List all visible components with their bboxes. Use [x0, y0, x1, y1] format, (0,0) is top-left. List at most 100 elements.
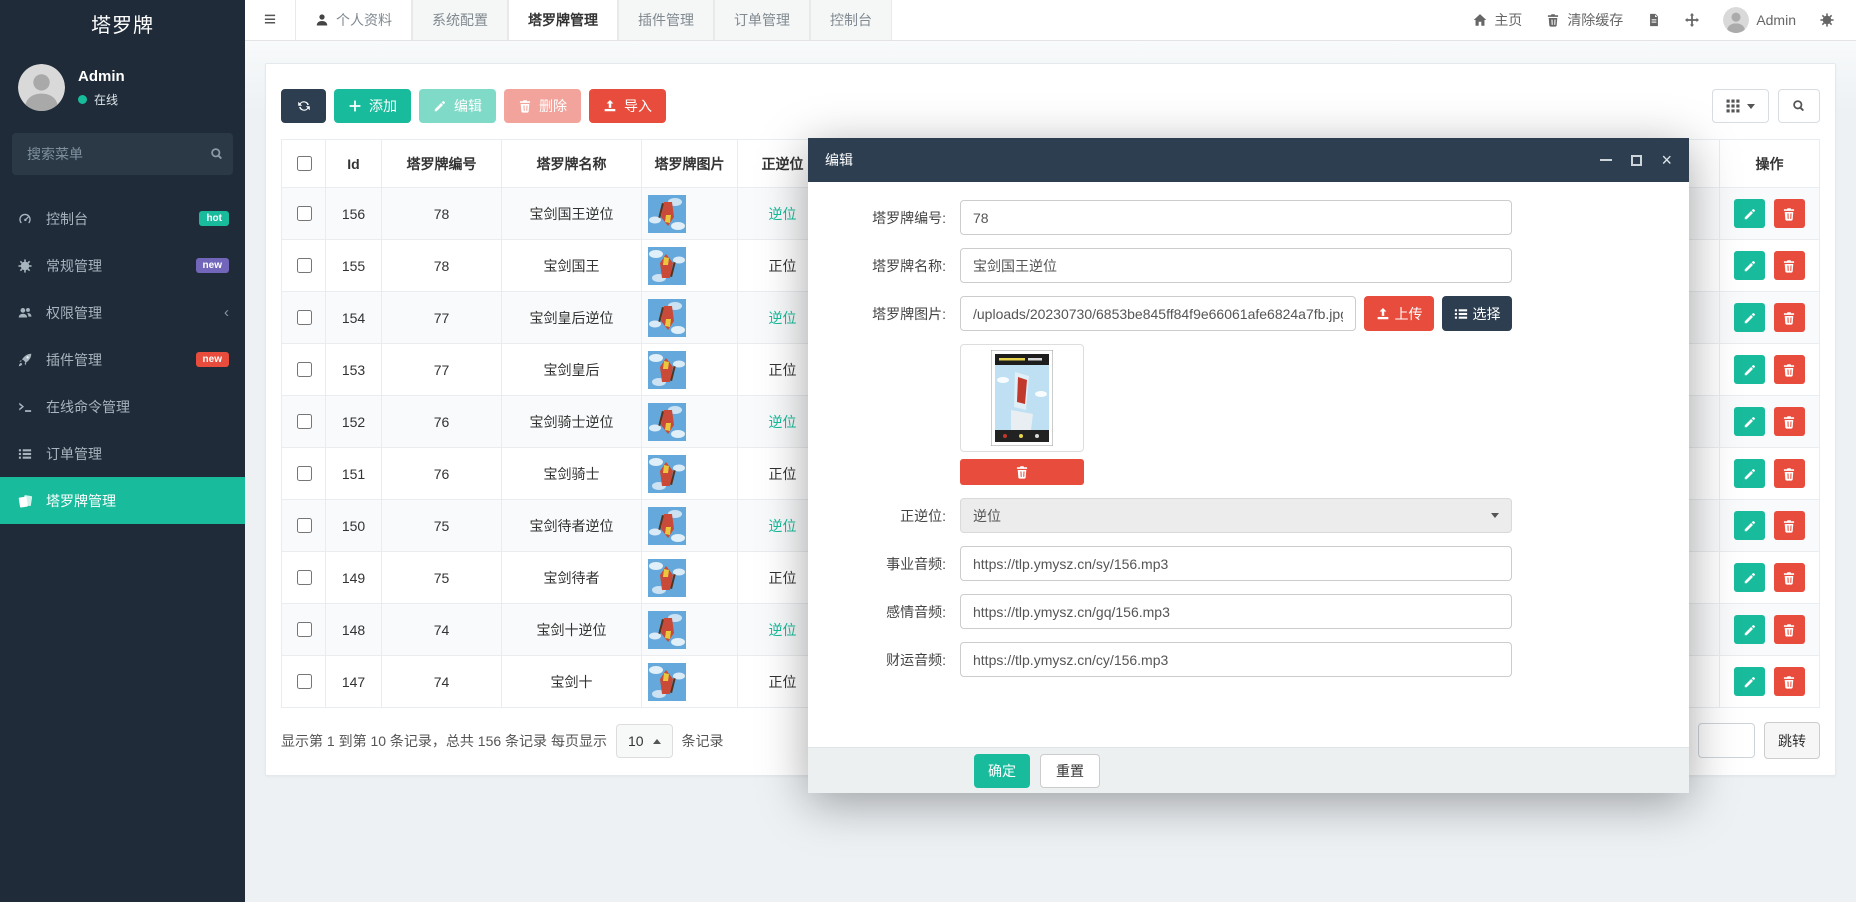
row-delete-button[interactable]	[1774, 251, 1805, 280]
tarot-thumbnail[interactable]	[648, 403, 731, 441]
tarot-thumbnail[interactable]	[648, 351, 731, 389]
tarot-thumbnail[interactable]	[648, 247, 731, 285]
row-edit-button[interactable]	[1734, 563, 1765, 592]
row-delete-button[interactable]	[1774, 303, 1805, 332]
row-delete-button[interactable]	[1774, 667, 1805, 696]
upload-button[interactable]: 上传	[1364, 296, 1434, 331]
sidebar-item-tarot[interactable]: 塔罗牌管理	[0, 477, 245, 524]
tarot-thumbnail[interactable]	[648, 559, 731, 597]
wealth-audio-input[interactable]	[960, 642, 1512, 677]
cell-position[interactable]: 正位	[769, 570, 797, 586]
tarot-thumbnail[interactable]	[648, 611, 731, 649]
love-audio-input[interactable]	[960, 594, 1512, 629]
row-edit-button[interactable]	[1734, 407, 1765, 436]
cell-position[interactable]: 逆位	[769, 414, 797, 430]
close-button[interactable]: ×	[1661, 151, 1672, 169]
row-checkbox[interactable]	[297, 466, 312, 481]
row-checkbox[interactable]	[297, 414, 312, 429]
edit-button[interactable]: 编辑	[419, 89, 496, 123]
row-checkbox[interactable]	[297, 518, 312, 533]
ok-button[interactable]: 确定	[974, 754, 1030, 788]
row-edit-button[interactable]	[1734, 459, 1765, 488]
sidebar-item-users[interactable]: 权限管理 ‹	[0, 289, 245, 336]
import-button[interactable]: 导入	[589, 89, 666, 123]
cell-position[interactable]: 逆位	[769, 310, 797, 326]
row-checkbox[interactable]	[297, 622, 312, 637]
columns-dropdown-button[interactable]	[1712, 89, 1769, 123]
row-delete-button[interactable]	[1774, 563, 1805, 592]
tab-5[interactable]: 控制台	[810, 0, 892, 40]
cell-position[interactable]: 逆位	[769, 622, 797, 638]
row-delete-button[interactable]	[1774, 407, 1805, 436]
language-button[interactable]	[1647, 13, 1661, 27]
sidebar-item-rocket[interactable]: 插件管理 new	[0, 336, 245, 383]
row-delete-button[interactable]	[1774, 615, 1805, 644]
dialog-header[interactable]: 编辑 ×	[808, 138, 1689, 182]
maximize-button[interactable]	[1631, 155, 1642, 166]
row-delete-button[interactable]	[1774, 511, 1805, 540]
tab-3[interactable]: 插件管理	[618, 0, 714, 40]
cell-position[interactable]: 逆位	[769, 518, 797, 534]
cell-position[interactable]: 正位	[769, 258, 797, 274]
menu-toggle-button[interactable]: ≡	[245, 0, 295, 40]
tab-4[interactable]: 订单管理	[714, 0, 810, 40]
choose-button[interactable]: 选择	[1442, 296, 1512, 331]
row-edit-button[interactable]	[1734, 667, 1765, 696]
row-delete-button[interactable]	[1774, 459, 1805, 488]
name-input[interactable]	[960, 248, 1512, 283]
row-edit-button[interactable]	[1734, 251, 1765, 280]
row-edit-button[interactable]	[1734, 615, 1765, 644]
sidebar-item-terminal[interactable]: 在线命令管理	[0, 383, 245, 430]
row-checkbox[interactable]	[297, 206, 312, 221]
fullscreen-button[interactable]	[1685, 13, 1699, 27]
career-audio-input[interactable]	[960, 546, 1512, 581]
cell-position[interactable]: 正位	[769, 674, 797, 690]
home-link[interactable]: 主页	[1473, 10, 1522, 30]
row-edit-button[interactable]	[1734, 303, 1765, 332]
cell-position[interactable]: 正位	[769, 362, 797, 378]
settings-button[interactable]	[1820, 13, 1834, 27]
row-checkbox[interactable]	[297, 570, 312, 585]
row-edit-button[interactable]	[1734, 355, 1765, 384]
row-checkbox[interactable]	[297, 258, 312, 273]
admin-menu[interactable]: Admin	[1723, 7, 1796, 33]
code-input[interactable]	[960, 200, 1512, 235]
page-jump-input[interactable]	[1698, 723, 1755, 758]
tarot-thumbnail[interactable]	[648, 507, 731, 545]
delete-button[interactable]: 删除	[504, 89, 581, 123]
image-preview[interactable]	[960, 344, 1084, 452]
add-button[interactable]: 添加	[334, 89, 411, 123]
tarot-thumbnail[interactable]	[648, 455, 731, 493]
page-size-select[interactable]: 10	[616, 724, 673, 758]
tarot-thumbnail[interactable]	[648, 195, 731, 233]
position-select[interactable]: 逆位	[960, 498, 1512, 533]
tab-1[interactable]: 系统配置	[412, 0, 508, 40]
row-checkbox[interactable]	[297, 310, 312, 325]
page-jump-button[interactable]: 跳转	[1764, 722, 1820, 759]
remove-image-button[interactable]	[960, 459, 1084, 485]
row-edit-button[interactable]	[1734, 511, 1765, 540]
tarot-thumbnail[interactable]	[648, 299, 731, 337]
sidebar-item-list[interactable]: 订单管理	[0, 430, 245, 477]
search-toggle-button[interactable]	[1778, 89, 1820, 123]
row-checkbox[interactable]	[297, 362, 312, 377]
row-delete-button[interactable]	[1774, 355, 1805, 384]
row-checkbox[interactable]	[297, 674, 312, 689]
row-edit-button[interactable]	[1734, 199, 1765, 228]
minimize-button[interactable]	[1600, 159, 1612, 161]
cell-position[interactable]: 正位	[769, 466, 797, 482]
reset-button[interactable]: 重置	[1040, 754, 1100, 788]
sidebar-item-dashboard[interactable]: 控制台 hot	[0, 195, 245, 242]
tab-2[interactable]: 塔罗牌管理	[508, 0, 618, 40]
tab-0[interactable]: 个人资料	[295, 0, 412, 40]
sidebar-search-input[interactable]	[25, 145, 210, 163]
refresh-button[interactable]	[281, 89, 326, 123]
plus-icon	[348, 99, 362, 113]
select-all-checkbox[interactable]	[297, 156, 312, 171]
row-delete-button[interactable]	[1774, 199, 1805, 228]
cell-position[interactable]: 逆位	[769, 206, 797, 222]
image-path-input[interactable]	[960, 296, 1356, 331]
sidebar-item-gears[interactable]: 常规管理 new	[0, 242, 245, 289]
tarot-thumbnail[interactable]	[648, 663, 731, 701]
clear-cache-link[interactable]: 清除缓存	[1546, 10, 1623, 30]
